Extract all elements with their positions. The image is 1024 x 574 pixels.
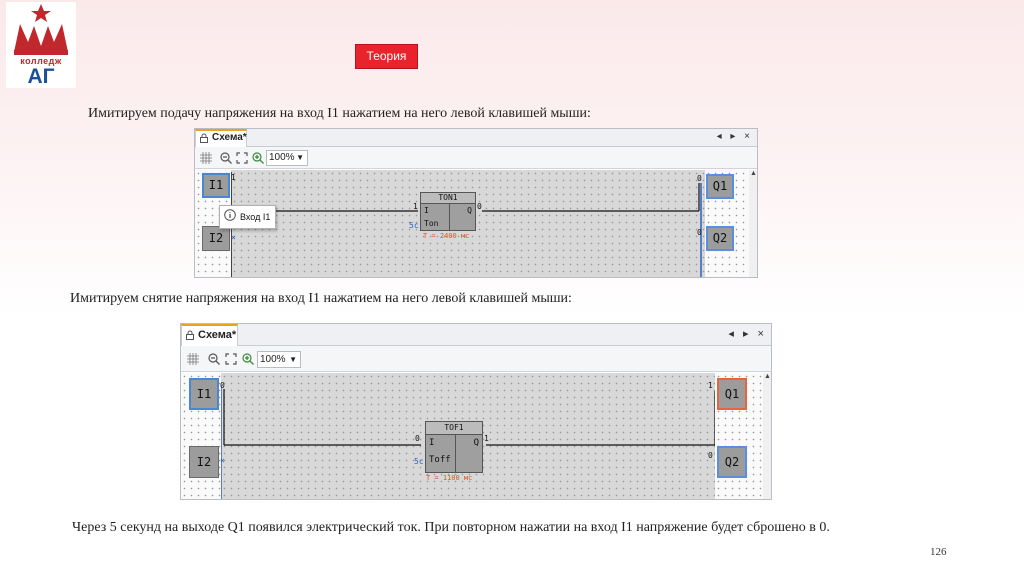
schema-window-2: Схема* ◂ ▸ × 100% ▼ ▲ I1 0 I2 × Q1 1 Q2 … bbox=[180, 323, 772, 500]
block-title: TOF1 bbox=[426, 422, 482, 435]
lock-icon bbox=[186, 330, 194, 340]
block-output-label: Q bbox=[467, 206, 472, 215]
input-tooltip: Вход I1 bbox=[219, 205, 277, 229]
theory-button[interactable]: Теория bbox=[355, 44, 418, 69]
zoom-value: 100% bbox=[269, 152, 295, 163]
tab-controls[interactable]: ◂ ▸ × bbox=[717, 129, 753, 145]
input-i2-pin: × bbox=[220, 456, 225, 465]
tooltip-text: Вход I1 bbox=[240, 212, 271, 222]
output-q2-value: 0 bbox=[697, 228, 702, 237]
zoom-in-icon[interactable] bbox=[252, 152, 264, 164]
dropdown-arrow-icon: ▼ bbox=[289, 355, 297, 364]
vertical-scrollbar[interactable]: ▲ bbox=[749, 170, 757, 277]
input-i1-label: I1 bbox=[208, 178, 224, 192]
college-logo: колледж АГ bbox=[6, 2, 76, 88]
output-q2-label: Q2 bbox=[724, 455, 740, 469]
toolbar: 100% ▼ bbox=[195, 147, 757, 169]
block-time-param: T = 2400 мс bbox=[423, 232, 470, 240]
dropdown-arrow-icon: ▼ bbox=[296, 153, 304, 162]
zoom-in-icon[interactable] bbox=[242, 353, 254, 365]
kremlin-star-icon bbox=[14, 4, 68, 55]
block-out-value: 1 bbox=[484, 434, 489, 443]
block-input-label: I bbox=[424, 206, 429, 215]
tab-bar: Схема* ◂ ▸ × bbox=[195, 129, 757, 147]
block-mode: Toff bbox=[429, 455, 451, 465]
block-time-param: T = 1100 мс bbox=[426, 474, 473, 482]
block-input-label: I bbox=[429, 438, 435, 448]
input-i2-pin: × bbox=[231, 233, 236, 242]
zoom-select[interactable]: 100% ▼ bbox=[257, 351, 301, 368]
tab-label: Схема* bbox=[198, 329, 237, 341]
caption-step3: Через 5 секунд на выходе Q1 появился эле… bbox=[72, 520, 830, 535]
tab-controls[interactable]: ◂ ▸ × bbox=[728, 324, 767, 344]
tab-schema[interactable]: Схема* bbox=[195, 129, 247, 147]
scroll-up-icon[interactable]: ▲ bbox=[750, 170, 757, 177]
timer-block-ton[interactable]: TON1 I Q Ton bbox=[420, 192, 476, 231]
input-i2-label: I2 bbox=[196, 455, 212, 469]
fit-icon[interactable] bbox=[236, 152, 248, 164]
zoom-select[interactable]: 100% ▼ bbox=[266, 150, 308, 166]
fit-icon[interactable] bbox=[225, 353, 237, 365]
tab-schema[interactable]: Схема* bbox=[181, 324, 238, 346]
zoom-out-icon[interactable] bbox=[208, 353, 220, 365]
output-q2-label: Q2 bbox=[712, 231, 728, 245]
output-q1[interactable]: Q1 bbox=[717, 378, 747, 410]
timer-block-tof[interactable]: TOF1 I Q Toff bbox=[425, 421, 483, 473]
output-q1-value: 1 bbox=[708, 381, 713, 390]
grid-icon[interactable] bbox=[200, 152, 212, 164]
output-q1-label: Q1 bbox=[712, 179, 728, 193]
vertical-scrollbar[interactable]: ▲ bbox=[763, 373, 771, 499]
input-i2-label: I2 bbox=[208, 231, 224, 245]
input-i2[interactable]: I2 bbox=[189, 446, 219, 478]
input-i1[interactable]: I1 bbox=[189, 378, 219, 410]
block-in-value: 1 bbox=[413, 202, 418, 211]
block-param-prefix: 5с bbox=[409, 221, 419, 230]
block-param-prefix: 5с bbox=[414, 457, 424, 466]
input-i1-label: I1 bbox=[196, 387, 212, 401]
caption-step2: Имитируем снятие напряжения на вход I1 н… bbox=[70, 291, 572, 306]
schema-window-1: Схема* ◂ ▸ × 100% ▼ ▲ I1 1 I2 × Q1 0 Q2 … bbox=[194, 128, 758, 278]
block-out-value: 0 bbox=[477, 202, 482, 211]
output-q1[interactable]: Q1 bbox=[706, 174, 734, 199]
input-i2[interactable]: I2 bbox=[202, 226, 230, 251]
block-in-value: 0 bbox=[415, 434, 420, 443]
zoom-value: 100% bbox=[260, 354, 286, 365]
zoom-out-icon[interactable] bbox=[220, 152, 232, 164]
output-q2-value: 0 bbox=[708, 451, 713, 460]
input-i1-value: 0 bbox=[220, 381, 225, 390]
page-number: 126 bbox=[930, 546, 947, 558]
output-q2[interactable]: Q2 bbox=[706, 226, 734, 251]
lock-icon bbox=[200, 133, 208, 143]
block-output-label: Q bbox=[473, 438, 479, 448]
tab-bar: Схема* ◂ ▸ × bbox=[181, 324, 771, 346]
tab-label: Схема* bbox=[212, 132, 247, 143]
output-q1-label: Q1 bbox=[724, 387, 740, 401]
info-icon bbox=[224, 209, 236, 221]
block-mode: Ton bbox=[424, 219, 439, 228]
caption-step1: Имитируем подачу напряжения на вход I1 н… bbox=[88, 106, 591, 121]
output-q2[interactable]: Q2 bbox=[717, 446, 747, 478]
output-q1-value: 0 bbox=[697, 174, 702, 183]
logo-letters: АГ bbox=[27, 65, 55, 88]
input-i1-value: 1 bbox=[231, 173, 236, 182]
input-i1[interactable]: I1 bbox=[202, 173, 230, 198]
scroll-up-icon[interactable]: ▲ bbox=[764, 373, 771, 380]
block-title: TON1 bbox=[421, 193, 475, 204]
toolbar: 100% ▼ bbox=[181, 346, 771, 372]
grid-icon[interactable] bbox=[187, 353, 199, 365]
